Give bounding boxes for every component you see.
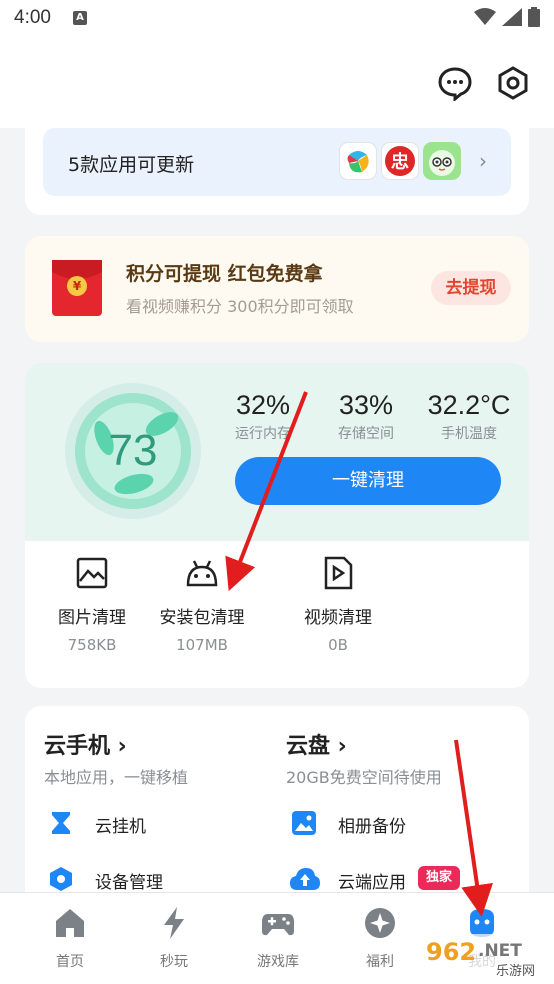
cloud-phone-title[interactable]: 云手机 › [44, 728, 127, 760]
chevron-right-icon: › [479, 149, 487, 173]
photo-backup-icon [292, 811, 316, 835]
nav-label: 福利 [366, 954, 394, 970]
android-icon [184, 555, 220, 591]
points-subtitle: 看视频赚积分 300积分即可领取 [126, 297, 354, 316]
points-reward-card[interactable]: ¥ 积分可提现 红包免费拿 看视频赚积分 300积分即可领取 去提现 [25, 236, 529, 342]
wifi-icon [474, 8, 496, 25]
svg-text:962: 962 [426, 938, 476, 966]
exclusive-badge: 独家 [418, 866, 460, 890]
stat-memory: 32% 运行内存 [213, 390, 313, 443]
svg-text:忠: 忠 [391, 152, 409, 173]
photo-backup-item[interactable]: 相册备份 [338, 812, 406, 837]
nav-label: 游戏库 [257, 954, 299, 970]
points-title: 积分可提现 红包免费拿 [126, 263, 323, 285]
stat-value: 32% [235, 390, 291, 420]
one-click-clean-button[interactable]: 一键清理 [235, 457, 501, 505]
home-icon [56, 909, 84, 937]
app-icon-zhong: 忠 [381, 142, 419, 180]
score-value: 73 [108, 426, 158, 475]
nav-welfare[interactable]: 福利 [330, 905, 430, 971]
tool-label: 视频清理 [304, 608, 372, 628]
red-packet-icon: ¥ [52, 260, 102, 316]
stat-temperature: 32.2°C 手机温度 [419, 390, 519, 443]
app-icon-bean [339, 142, 377, 180]
cloud-card: 云手机 › 云盘 › 本地应用，一键移植 20GB免费空间待使用 云挂机 设备管… [25, 706, 529, 906]
cloud-app-item[interactable]: 云端应用 [338, 868, 406, 893]
stat-value: 33% [338, 390, 394, 420]
coin-icon: ¥ [67, 276, 87, 296]
image-icon [74, 555, 110, 591]
clean-summary: 73 32% 运行内存 33% 存储空间 32.2°C 手机温度 一键清理 [25, 363, 529, 541]
battery-icon [528, 7, 540, 27]
svg-text:乐游网: 乐游网 [496, 964, 535, 979]
video-file-icon [320, 555, 356, 591]
app-update-row[interactable]: 5款应用可更新 忠 › [43, 128, 511, 196]
stat-storage: 33% 存储空间 [316, 390, 416, 443]
device-manage-item[interactable]: 设备管理 [95, 868, 163, 893]
cloud-disk-title[interactable]: 云盘 › [286, 728, 347, 760]
phone-clean-card: 73 32% 运行内存 33% 存储空间 32.2°C 手机温度 一键清理 图片… [25, 363, 529, 688]
stat-value: 32.2°C [427, 390, 511, 420]
tool-label: 安装包清理 [159, 608, 245, 628]
stat-label: 存储空间 [338, 426, 394, 442]
gamepad-icon [262, 914, 294, 936]
nav-label: 秒玩 [160, 954, 188, 970]
svg-text:.NET: .NET [478, 941, 522, 961]
tool-package-clean[interactable]: 安装包清理 107MB [137, 555, 267, 654]
device-manage-icon [50, 867, 72, 891]
settings-icon[interactable] [494, 64, 532, 102]
stat-label: 运行内存 [235, 426, 291, 442]
tool-size: 0B [328, 636, 348, 654]
app-update-card: 5款应用可更新 忠 › [25, 110, 529, 215]
withdraw-button[interactable]: 去提现 [431, 271, 511, 305]
nav-label: 首页 [56, 954, 84, 970]
lightning-icon [164, 907, 184, 939]
watermark-logo: 962 .NET 乐游网 [420, 934, 550, 979]
hourglass-icon [52, 812, 70, 834]
cloud-hangup-item[interactable]: 云挂机 [95, 812, 146, 837]
nav-home[interactable]: 首页 [20, 905, 120, 971]
update-count-text: 5款应用可更新 [68, 154, 195, 176]
status-time: 4:00 [14, 7, 51, 28]
nav-game-library[interactable]: 游戏库 [228, 905, 328, 971]
app-icon-cat [423, 142, 461, 180]
chat-icon[interactable] [436, 64, 474, 102]
status-bar: 4:00 A [0, 0, 554, 40]
health-score[interactable]: 73 [62, 380, 204, 522]
stat-label: 手机温度 [441, 426, 497, 442]
signal-icon [502, 8, 522, 26]
tool-video-clean[interactable]: 视频清理 0B [273, 555, 403, 654]
cloud-phone-subtitle: 本地应用，一键移植 [44, 768, 189, 787]
nav-instant-play[interactable]: 秒玩 [124, 905, 224, 971]
star-badge-icon [365, 908, 395, 938]
tool-size: 107MB [176, 636, 228, 654]
cloud-disk-subtitle: 20GB免费空间待使用 [286, 768, 442, 787]
cloud-upload-icon [290, 868, 320, 890]
notification-icon: A [73, 11, 87, 25]
